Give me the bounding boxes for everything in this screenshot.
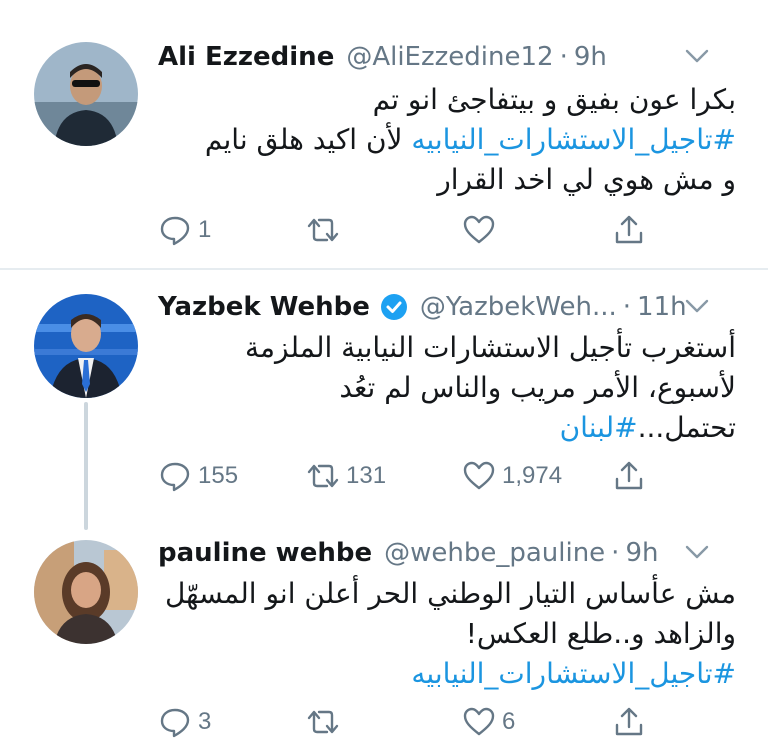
tweet-actions: 155 131 1,974 xyxy=(158,456,658,496)
tweet-header: Ali Ezzedine @AliEzzedine12 · 9h xyxy=(158,40,738,74)
retweet-button[interactable] xyxy=(306,210,346,250)
tweet-time[interactable]: 9h xyxy=(574,42,607,72)
chevron-down-icon[interactable] xyxy=(684,296,710,316)
separator-dot: · xyxy=(622,292,632,322)
share-button[interactable] xyxy=(612,210,646,250)
retweet-icon xyxy=(307,464,339,488)
author-name[interactable]: pauline wehbe xyxy=(158,538,372,568)
like-count: 1,974 xyxy=(502,462,563,489)
tweet-text-line: أستغرب تأجيل الاستشارات النيابية الملزمة xyxy=(245,331,736,364)
retweet-count: 131 xyxy=(346,462,387,489)
hashtag-link[interactable]: #لبنان xyxy=(560,411,638,444)
heart-icon xyxy=(463,215,495,244)
like-button[interactable]: 1,974 xyxy=(462,456,562,496)
tweet-text-line: بكرا عون بفيق و بيتفاجئ انو تم xyxy=(372,83,736,116)
heart-icon xyxy=(463,707,495,736)
share-icon xyxy=(615,707,643,736)
reply-icon xyxy=(160,708,190,738)
tweet-text: مش عأساس التيار الوطني الحر أعلن انو الم… xyxy=(158,574,736,694)
tweet-actions: 3 6 xyxy=(158,702,658,742)
verified-badge-icon xyxy=(380,294,407,320)
tweet-text-line: #تاجيل_الاستشارات_النيابيه لأن اكيد هلق … xyxy=(158,120,736,160)
tweet-text-line: والزاهد و..طلع العكس! xyxy=(465,617,736,650)
share-button[interactable] xyxy=(612,456,646,496)
retweet-icon xyxy=(307,218,339,242)
chevron-down-icon[interactable] xyxy=(684,46,710,66)
tweet-time[interactable]: 11h xyxy=(637,292,687,322)
avatar[interactable] xyxy=(34,294,138,398)
author-handle[interactable]: @YazbekWeh... xyxy=(420,292,617,322)
retweet-icon xyxy=(307,710,339,734)
hashtag-link[interactable]: #تاجيل_الاستشارات_النيابيه xyxy=(411,123,736,156)
like-button[interactable] xyxy=(462,210,502,250)
tweet-3[interactable]: pauline wehbe @wehbe_pauline · 9h مش عأس… xyxy=(0,530,768,750)
tweet-actions: 1 xyxy=(158,210,658,250)
chevron-down-icon[interactable] xyxy=(684,542,710,562)
heart-icon xyxy=(463,461,495,490)
separator-dot: · xyxy=(611,538,620,568)
reply-count: 3 xyxy=(198,708,212,735)
tweet-header: pauline wehbe @wehbe_pauline · 9h xyxy=(158,536,738,570)
avatar[interactable] xyxy=(34,42,138,146)
tweet-1[interactable]: Ali Ezzedine @AliEzzedine12 · 9h بكرا عو… xyxy=(0,0,768,268)
author-name[interactable]: Ali Ezzedine xyxy=(158,42,334,72)
reply-count: 1 xyxy=(198,216,212,243)
share-icon xyxy=(615,215,643,244)
tweet-text-line: و مش هوي لي اخد القرار xyxy=(437,163,736,196)
tweet-header: Yazbek Wehbe @YazbekWeh... · 11h xyxy=(158,290,738,324)
tweet-text-line: مش عأساس التيار الوطني الحر أعلن انو الم… xyxy=(164,577,736,610)
author-handle[interactable]: @wehbe_pauline xyxy=(384,538,605,568)
reply-icon xyxy=(160,216,190,246)
like-count: 6 xyxy=(502,708,516,735)
hashtag-link[interactable]: #تاجيل_الاستشارات_النيابيه xyxy=(158,654,736,694)
tweet-text-line: تحتمل...#لبنان xyxy=(158,408,736,448)
reply-button[interactable]: 1 xyxy=(158,210,211,250)
retweet-button[interactable]: 131 xyxy=(306,456,386,496)
share-icon xyxy=(615,461,643,490)
reply-button[interactable]: 3 xyxy=(158,702,211,742)
reply-count: 155 xyxy=(198,462,239,489)
tweet-text-fragment: تحتمل... xyxy=(637,411,736,444)
reply-icon xyxy=(160,462,190,492)
retweet-button[interactable] xyxy=(306,702,346,742)
reply-button[interactable]: 155 xyxy=(158,456,238,496)
share-button[interactable] xyxy=(612,702,646,742)
separator-dot: · xyxy=(559,42,568,72)
like-button[interactable]: 6 xyxy=(462,702,515,742)
author-handle[interactable]: @AliEzzedine12 xyxy=(346,42,553,72)
tweet-text-fragment: لأن اكيد هلق نايم xyxy=(204,123,403,156)
tweet-text: بكرا عون بفيق و بيتفاجئ انو تم #تاجيل_ال… xyxy=(158,80,736,200)
avatar[interactable] xyxy=(34,540,138,644)
thread-connector-line xyxy=(84,402,88,530)
tweet-text: أستغرب تأجيل الاستشارات النيابية الملزمة… xyxy=(158,328,736,448)
tweet-text-line: لأسبوع، الأمر مريب والناس لم تعُد xyxy=(339,371,736,404)
tweet-time[interactable]: 9h xyxy=(625,538,658,568)
author-name[interactable]: Yazbek Wehbe xyxy=(158,292,370,322)
tweet-2[interactable]: Yazbek Wehbe @YazbekWeh... · 11h أستغرب … xyxy=(0,270,768,530)
